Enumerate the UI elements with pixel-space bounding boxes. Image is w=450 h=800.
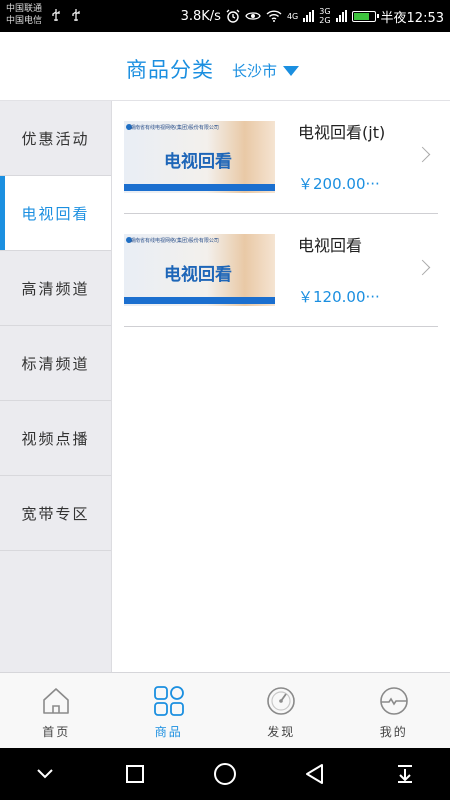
sidebar-item-hd-channels[interactable]: 高清频道 [0, 251, 111, 326]
clock: 半夜12:53 [380, 10, 444, 26]
network-types: 3G 2G [319, 7, 330, 25]
tab-label: 我的 [379, 725, 408, 739]
usb-icon [72, 9, 80, 21]
sidebar-item-vod[interactable]: 视频点播 [0, 401, 111, 476]
alarm-icon [226, 9, 240, 23]
profile-icon [379, 687, 408, 715]
product-thumbnail: 湖南省有线电视网络(集团)股份有限公司 电视回看 [124, 234, 275, 306]
product-item[interactable]: 湖南省有线电视网络(集团)股份有限公司 电视回看 电视回看 ￥120.00··· [124, 214, 438, 327]
product-name: 电视回看(jt) [298, 123, 386, 142]
tab-home[interactable]: 首页 [0, 673, 113, 748]
thumbnail-header-text: 湖南省有线电视网络(集团)股份有限公司 [130, 125, 219, 131]
page-header: 商品分类 长沙市 [0, 32, 450, 101]
page-title: 商品分类 [126, 58, 214, 82]
carrier-info: 中国联通 中国电信 [6, 3, 42, 27]
status-bar: 中国联通 中国电信 3.8K/s 4G 3G 2G 半夜12:53 [0, 0, 450, 32]
back-button[interactable] [295, 754, 335, 794]
product-list: 湖南省有线电视网络(集团)股份有限公司 电视回看 电视回看(jt) ￥200.0… [124, 101, 438, 327]
network-type-2g: 2G [319, 16, 331, 25]
tab-label: 发现 [267, 725, 296, 739]
sidebar-item-label: 宽带专区 [21, 504, 90, 523]
city-label: 长沙市 [232, 62, 278, 80]
sidebar-item-label: 视频点播 [21, 429, 90, 448]
signal-bars-icon [303, 10, 315, 22]
wifi-icon [266, 10, 282, 22]
sidebar-item-label: 高清频道 [21, 279, 90, 298]
house-icon [43, 688, 70, 714]
bottom-tab-bar: 首页 商品 发现 我的 [0, 672, 450, 748]
home-button[interactable] [205, 754, 245, 794]
back-triangle-icon [306, 764, 323, 784]
compass-icon [267, 687, 296, 715]
tab-discover[interactable]: 发现 [225, 673, 338, 748]
notification-pull-icon [398, 765, 412, 783]
network-speed: 3.8K/s [180, 8, 221, 24]
sidebar-item-label: 优惠活动 [21, 129, 90, 148]
battery-icon [351, 10, 379, 22]
tab-profile[interactable]: 我的 [338, 673, 450, 748]
notification-button[interactable] [385, 754, 425, 794]
usb-icon [52, 9, 60, 21]
network-type-3g: 3G [319, 7, 331, 16]
network-type-4g: 4G [286, 11, 299, 21]
sidebar-item-promotions[interactable]: 优惠活动 [0, 101, 111, 176]
city-selector[interactable]: 长沙市 [232, 60, 300, 81]
grid-icon [153, 686, 184, 716]
sidebar-item-tv-replay[interactable]: 电视回看 [0, 176, 111, 251]
tab-label: 商品 [154, 725, 183, 739]
thumbnail-bar [124, 297, 275, 304]
status-right: 3.8K/s 4G 3G 2G 半夜12:53 [181, 0, 444, 32]
product-item[interactable]: 湖南省有线电视网络(集团)股份有限公司 电视回看 电视回看(jt) ￥200.0… [124, 101, 438, 214]
thumbnail-title: 电视回看 [164, 265, 232, 285]
sidebar-item-sd-channels[interactable]: 标清频道 [0, 326, 111, 401]
chevron-right-icon [414, 259, 431, 276]
tab-label: 首页 [42, 725, 71, 739]
product-name: 电视回看 [298, 236, 363, 255]
product-price: ￥120.00··· [298, 288, 380, 306]
chevron-down-icon [37, 769, 53, 779]
thumbnail-bar [124, 184, 275, 191]
home-circle-icon [214, 763, 236, 785]
thumbnail-header-text: 湖南省有线电视网络(集团)股份有限公司 [130, 238, 219, 244]
signal-bars-icon [335, 10, 347, 22]
system-nav-bar [0, 748, 450, 800]
category-sidebar: 优惠活动 电视回看 高清频道 标清频道 视频点播 宽带专区 [0, 101, 112, 672]
recents-square-icon [126, 765, 144, 783]
sidebar-item-label: 标清频道 [21, 354, 90, 373]
usb-icons [50, 8, 82, 25]
thumbnail-title: 电视回看 [164, 152, 232, 172]
sidebar-item-label: 电视回看 [21, 204, 90, 223]
product-price: ￥200.00··· [298, 175, 380, 193]
product-thumbnail: 湖南省有线电视网络(集团)股份有限公司 电视回看 [124, 121, 275, 193]
hide-nav-button[interactable] [25, 754, 65, 794]
chevron-right-icon [414, 146, 431, 163]
recents-button[interactable] [115, 754, 155, 794]
sidebar-item-broadband[interactable]: 宽带专区 [0, 476, 111, 551]
caret-down-icon [283, 65, 300, 76]
carrier-1: 中国联通 [6, 4, 43, 14]
eye-icon [245, 12, 261, 20]
carrier-2: 中国电信 [6, 16, 43, 26]
tab-products[interactable]: 商品 [113, 673, 226, 748]
